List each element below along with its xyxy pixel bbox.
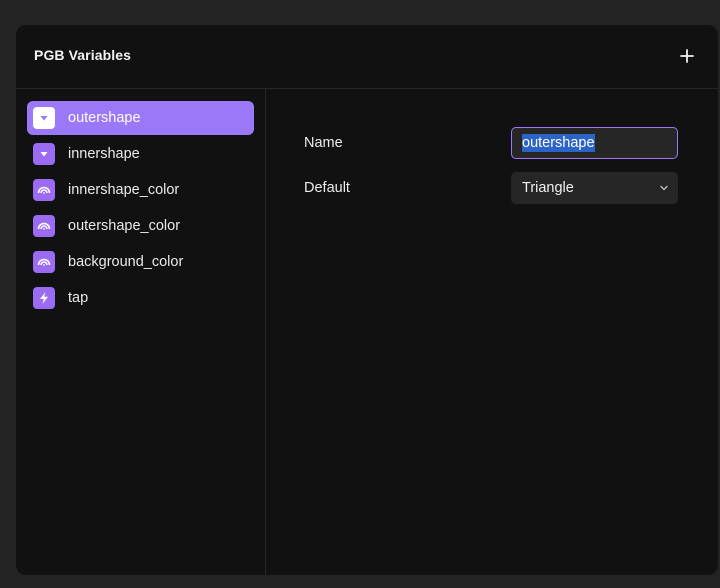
variable-item-outershape[interactable]: outershape [27, 101, 254, 135]
default-row: Default Triangle [304, 172, 678, 204]
variable-item-tap[interactable]: tap [27, 281, 254, 315]
name-row: Name outershape [304, 127, 678, 159]
dropdown-triangle-icon [33, 107, 55, 129]
rainbow-color-icon [33, 251, 55, 273]
name-input[interactable]: outershape [511, 127, 678, 159]
variable-label: innershape_color [68, 182, 180, 198]
variable-item-innershape-color[interactable]: innershape_color [27, 173, 254, 207]
panel-title: PGB Variables [34, 47, 132, 63]
variable-item-outershape-color[interactable]: outershape_color [27, 209, 254, 243]
lightning-bolt-icon [33, 287, 55, 309]
rainbow-color-icon [33, 215, 55, 237]
default-select[interactable]: Triangle [511, 172, 678, 204]
variable-details-form: Name outershape Default Triangle [266, 89, 718, 575]
variable-label: outershape_color [68, 218, 181, 234]
name-label: Name [304, 135, 343, 151]
chevron-down-icon [660, 185, 668, 191]
variables-panel: PGB Variables outershape innershape inne… [16, 25, 718, 575]
plus-icon [680, 49, 694, 63]
variable-sidebar: outershape innershape innershape_color o… [16, 89, 266, 575]
dropdown-triangle-icon [33, 143, 55, 165]
variable-label: background_color [68, 254, 184, 270]
variable-item-background-color[interactable]: background_color [27, 245, 254, 279]
default-label: Default [304, 180, 350, 196]
default-select-value: Triangle [522, 180, 574, 196]
variable-item-innershape[interactable]: innershape [27, 137, 254, 171]
panel-header: PGB Variables [16, 25, 718, 89]
variable-label: outershape [68, 110, 141, 126]
rainbow-color-icon [33, 179, 55, 201]
variable-label: innershape [68, 146, 140, 162]
name-input-value: outershape [522, 134, 595, 152]
variable-label: tap [68, 290, 89, 306]
variable-list: outershape innershape innershape_color o… [27, 101, 254, 317]
add-variable-button[interactable] [674, 43, 700, 69]
